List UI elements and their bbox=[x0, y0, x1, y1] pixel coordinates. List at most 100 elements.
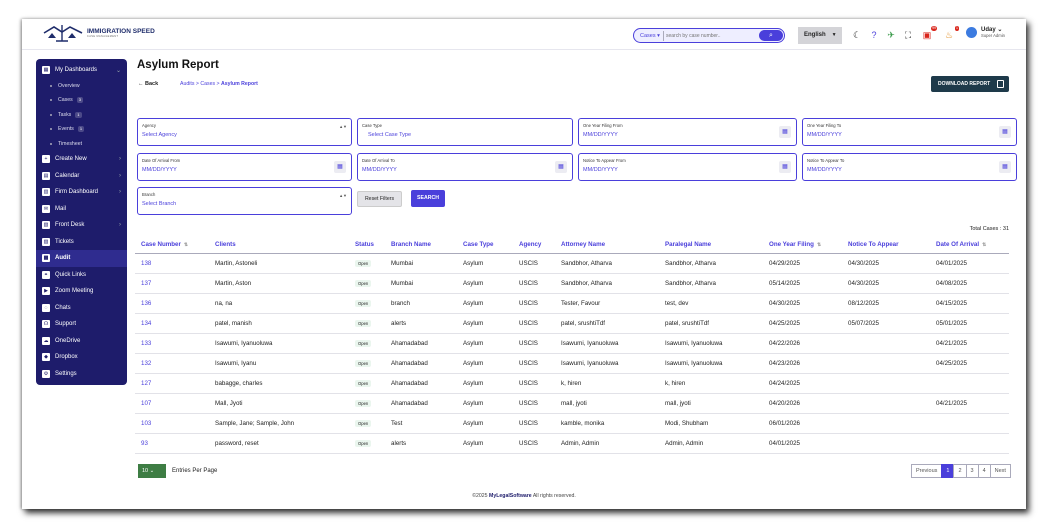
ticket-icon: ▨ bbox=[42, 237, 50, 246]
col-clients[interactable]: Clients bbox=[209, 237, 349, 254]
sidebar-item-tasks[interactable]: Tasks 1 bbox=[36, 108, 127, 123]
status-badge: Open bbox=[355, 279, 372, 287]
sidebar-item-calendar[interactable]: ▤ Calendar › bbox=[36, 168, 127, 185]
search-category-select[interactable]: Cases ▾ bbox=[637, 31, 664, 41]
sidebar-item-mail[interactable]: ✉ Mail bbox=[36, 201, 127, 218]
sidebar-item-timesheet[interactable]: Timesheet bbox=[36, 137, 127, 152]
calendar-icon[interactable]: ▦ bbox=[334, 161, 346, 173]
sidebar-item-my-dashboards[interactable]: ▦ My Dashboards ⌄ bbox=[36, 62, 127, 79]
language-select[interactable]: English ▼ bbox=[798, 27, 842, 44]
logo-text: IMMIGRATION SPEED bbox=[87, 28, 155, 35]
sidebar-item-chats[interactable]: ◌ Chats bbox=[36, 300, 127, 317]
moon-icon[interactable]: ☾ bbox=[852, 30, 862, 40]
col-date-of-arrival[interactable]: Date Of Arrival ⇅ bbox=[930, 237, 1009, 254]
sidebar-item-tickets[interactable]: ▨ Tickets bbox=[36, 234, 127, 251]
download-report-button[interactable]: DOWNLOAD REPORT bbox=[931, 76, 1009, 92]
sidebar-item-events[interactable]: Events 1 bbox=[36, 122, 127, 137]
notice-to-appear-from-field[interactable]: Notice To Appear From MM/DD/YYYY ▦ bbox=[578, 153, 797, 181]
reset-filters-button[interactable]: Reset Filters bbox=[357, 191, 402, 207]
sidebar-item-overview[interactable]: Overview bbox=[36, 79, 127, 94]
table-cell: Asylum bbox=[457, 333, 513, 354]
col-attorney-name[interactable]: Attorney Name bbox=[555, 237, 659, 254]
calendar-alert-icon[interactable]: ▣ 99 bbox=[922, 26, 937, 40]
bell-icon[interactable]: ♨ 1 bbox=[944, 26, 959, 40]
case-number-link[interactable]: 93 bbox=[135, 433, 209, 454]
help-icon[interactable]: ? bbox=[869, 30, 879, 40]
sidebar-item-cases[interactable]: Cases 3 bbox=[36, 93, 127, 108]
col-branch-name[interactable]: Branch Name bbox=[385, 237, 457, 254]
fullscreen-icon[interactable]: ⛶ bbox=[903, 30, 913, 40]
notice-to-appear-to-field[interactable]: Notice To Appear To MM/DD/YYYY ▦ bbox=[802, 153, 1017, 181]
sidebar-item-audit[interactable]: ▩ Audit bbox=[36, 250, 127, 267]
col-notice-to-appear[interactable]: Notice To Appear bbox=[842, 237, 930, 254]
table-cell: Sandbhor, Atharva bbox=[659, 273, 763, 294]
col-agency[interactable]: Agency bbox=[513, 237, 555, 254]
case-number-link[interactable]: 132 bbox=[135, 353, 209, 374]
table-cell: Test bbox=[385, 413, 457, 434]
col-status[interactable]: Status bbox=[349, 237, 385, 254]
sidebar-item-front-desk[interactable]: ▧ Front Desk › bbox=[36, 217, 127, 234]
table-cell: Open bbox=[349, 433, 385, 454]
case-number-link[interactable]: 138 bbox=[135, 253, 209, 274]
table-header-row: Case Number ⇅ Clients Status Branch Name … bbox=[135, 237, 1009, 254]
sidebar-item-support[interactable]: ☊ Support bbox=[36, 316, 127, 333]
previous-button[interactable]: Previous bbox=[911, 464, 943, 478]
search-button[interactable]: ⌕ bbox=[759, 30, 783, 41]
user-menu[interactable]: Uday ⌄ Super Admin bbox=[966, 26, 1005, 38]
arrival-to-field[interactable]: Date Of Arrival To MM/DD/YYYY ▦ bbox=[357, 153, 573, 181]
table-cell: USCIS bbox=[513, 313, 555, 334]
dropbox-icon: ◆ bbox=[42, 353, 50, 362]
case-number-link[interactable]: 136 bbox=[135, 293, 209, 314]
case-number-link[interactable]: 127 bbox=[135, 373, 209, 394]
megaphone-icon[interactable]: ✈ bbox=[886, 30, 896, 40]
calendar-icon[interactable]: ▦ bbox=[999, 161, 1011, 173]
sidebar-item-create-new[interactable]: + Create New › bbox=[36, 151, 127, 168]
table-row: 138 Martin, Astoneli Open Mumbai Asylum USCIS… bbox=[135, 253, 1009, 274]
calendar-icon[interactable]: ▦ bbox=[999, 126, 1011, 138]
case-number-link[interactable]: 107 bbox=[135, 393, 209, 414]
case-type-select[interactable]: Case Type Select Case Type bbox=[357, 118, 573, 146]
table-cell: na, na bbox=[209, 293, 349, 314]
sidebar-item-zoom-meeting[interactable]: ▶ Zoom Meeting bbox=[36, 283, 127, 300]
col-one-year-filing[interactable]: One Year Filing ⇅ bbox=[763, 237, 842, 254]
agency-select[interactable]: Agency Select Agency ▲▼ bbox=[137, 118, 352, 146]
calendar-icon[interactable]: ▦ bbox=[779, 126, 791, 138]
table-cell: k, hiren bbox=[659, 373, 763, 394]
breadcrumb-cases[interactable]: Cases bbox=[200, 81, 215, 87]
branch-select[interactable]: Branch Select Branch ▲▼ bbox=[137, 187, 352, 215]
logo[interactable]: IMMIGRATION SPEED CASE MANAGEMENT bbox=[42, 23, 155, 43]
table-cell: Open bbox=[349, 393, 385, 414]
table-cell: Sandbhor, Atharva bbox=[659, 253, 763, 274]
table-cell bbox=[930, 373, 1009, 394]
next-button[interactable]: Next bbox=[989, 464, 1011, 478]
one-year-filing-from-field[interactable]: One Year Filing From MM/DD/YYYY ▦ bbox=[578, 118, 797, 146]
status-badge: Open bbox=[355, 259, 372, 267]
col-paralegal-name[interactable]: Paralegal Name bbox=[659, 237, 763, 254]
case-number-link[interactable]: 134 bbox=[135, 313, 209, 334]
per-page-select[interactable]: 10 ⌄ bbox=[138, 464, 166, 478]
calendar-icon[interactable]: ▦ bbox=[779, 161, 791, 173]
one-year-filing-to-field[interactable]: One Year Filing To MM/DD/YYYY ▦ bbox=[802, 118, 1017, 146]
case-number-link[interactable]: 137 bbox=[135, 273, 209, 294]
col-case-type[interactable]: Case Type bbox=[457, 237, 513, 254]
table-row: 103 Sample, Jane; Sample, John Open Test Asy… bbox=[135, 413, 1009, 434]
case-number-link[interactable]: 103 bbox=[135, 413, 209, 434]
sidebar-item-quick-links[interactable]: ⚭ Quick Links bbox=[36, 267, 127, 284]
sidebar-item-onedrive[interactable]: ☁ OneDrive bbox=[36, 333, 127, 350]
breadcrumb-audits[interactable]: Audits bbox=[180, 81, 194, 87]
sidebar-item-firm-dashboard[interactable]: ▥ Firm Dashboard › bbox=[36, 184, 127, 201]
arrival-from-field[interactable]: Date Of Arrival From MM/DD/YYYY ▦ bbox=[137, 153, 352, 181]
chevron-down-icon: ⌄ bbox=[149, 468, 155, 474]
search-filters-button[interactable]: SEARCH bbox=[411, 190, 445, 207]
sidebar-item-settings[interactable]: ⚙ Settings bbox=[36, 366, 127, 383]
table-cell: Sample, Jane; Sample, John bbox=[209, 413, 349, 434]
logo-icon bbox=[43, 25, 83, 42]
table-cell: branch bbox=[385, 293, 457, 314]
sidebar-item-dropbox[interactable]: ◆ Dropbox bbox=[36, 349, 127, 366]
col-case-number[interactable]: Case Number ⇅ bbox=[135, 237, 209, 254]
back-link[interactable]: ← Back bbox=[138, 81, 158, 87]
footer-brand[interactable]: MyLegalSoftware bbox=[489, 493, 532, 499]
search-input[interactable] bbox=[666, 31, 756, 41]
case-number-link[interactable]: 133 bbox=[135, 333, 209, 354]
calendar-icon[interactable]: ▦ bbox=[555, 161, 567, 173]
